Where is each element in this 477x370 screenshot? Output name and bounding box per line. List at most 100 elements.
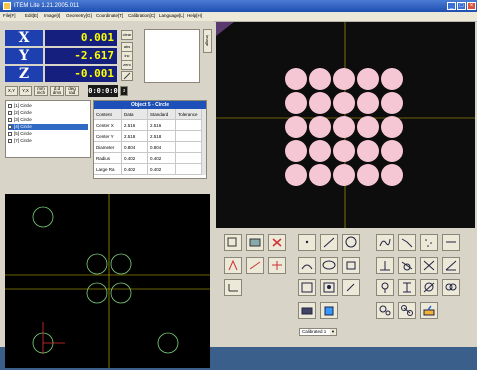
- image-tool-button[interactable]: [246, 234, 264, 251]
- table-cell[interactable]: [176, 153, 202, 164]
- line-tool-button[interactable]: [320, 234, 338, 251]
- angle-tool-button[interactable]: [224, 279, 242, 296]
- table-cell[interactable]: 0.804: [122, 142, 148, 153]
- table-cell[interactable]: [176, 142, 202, 153]
- checkbox[interactable]: [8, 103, 12, 108]
- circle-line-tool-button[interactable]: [376, 279, 394, 296]
- export-tool-button[interactable]: [320, 302, 338, 319]
- measured-circle[interactable]: [309, 68, 331, 90]
- checkbox[interactable]: [8, 138, 12, 143]
- measured-circle[interactable]: [333, 140, 355, 162]
- tangent-tool-button[interactable]: [398, 257, 416, 274]
- polyline-tool-button[interactable]: [398, 234, 416, 251]
- measured-circle[interactable]: [381, 92, 403, 114]
- table-cell[interactable]: [176, 131, 202, 142]
- menu-language[interactable]: Language[L]: [159, 13, 184, 18]
- table-cell[interactable]: 2.516: [122, 120, 148, 131]
- list-item[interactable]: [5] Circle: [8, 131, 88, 137]
- cad-circle[interactable]: [157, 332, 179, 354]
- measured-circle[interactable]: [381, 140, 403, 162]
- perpendicular-tool-button[interactable]: [376, 257, 394, 274]
- calibration-select[interactable]: Calibrated 1 ▼: [299, 328, 337, 336]
- pan-tool-button[interactable]: [342, 279, 360, 296]
- minimize-button[interactable]: _: [447, 2, 456, 10]
- table-cell[interactable]: 0.402: [122, 153, 148, 164]
- circle-intersect-tool-button[interactable]: [420, 279, 438, 296]
- baseline-tool-button[interactable]: [442, 234, 460, 251]
- table-cell[interactable]: 0.804: [148, 142, 176, 153]
- zoom-tool-button[interactable]: [298, 279, 316, 296]
- list-item[interactable]: [1] Circle: [8, 103, 88, 109]
- edge-tool-button[interactable]: [246, 257, 264, 274]
- fit-tool-button[interactable]: [320, 279, 338, 296]
- measured-circle[interactable]: [285, 164, 307, 186]
- table-cell[interactable]: 0.402: [148, 153, 176, 164]
- curve-tool-button[interactable]: [376, 234, 394, 251]
- intersect-tool-button[interactable]: [420, 257, 438, 274]
- arc-tool-button[interactable]: [298, 257, 316, 274]
- angle-lines-tool-button[interactable]: [442, 257, 460, 274]
- checkbox[interactable]: [8, 131, 12, 136]
- measured-circle[interactable]: [333, 164, 355, 186]
- unit-button[interactable]: mm inch: [34, 86, 48, 96]
- point-tool-button[interactable]: [298, 234, 316, 251]
- table-scrollbar[interactable]: [202, 109, 206, 175]
- measured-circle[interactable]: [357, 116, 379, 138]
- measured-circle[interactable]: [333, 68, 355, 90]
- maximize-button[interactable]: □: [457, 2, 466, 10]
- measured-circle[interactable]: [285, 92, 307, 114]
- delete-tool-button[interactable]: [268, 234, 286, 251]
- cad-circle[interactable]: [110, 253, 132, 275]
- table-cell[interactable]: 2.518: [148, 131, 176, 142]
- measured-circle[interactable]: [333, 92, 355, 114]
- list-item[interactable]: [2] Circle: [8, 110, 88, 116]
- zero-button[interactable]: zero: [121, 60, 133, 70]
- yx-button[interactable]: Y,X: [19, 86, 32, 96]
- camera-tool-button[interactable]: [298, 302, 316, 319]
- measured-circle[interactable]: [285, 116, 307, 138]
- scatter-tool-button[interactable]: [420, 234, 438, 251]
- table-cell[interactable]: 0.402: [148, 164, 176, 175]
- menu-image[interactable]: Image[I]: [44, 13, 60, 18]
- close-button[interactable]: ×: [467, 2, 476, 10]
- circle-chain-tool-button[interactable]: [398, 302, 416, 319]
- measured-circle[interactable]: [381, 116, 403, 138]
- table-cell[interactable]: 2.516: [148, 120, 176, 131]
- list-item[interactable]: [7] Circle: [8, 138, 88, 144]
- measured-circle[interactable]: [309, 116, 331, 138]
- preview-tab[interactable]: Image: [203, 29, 212, 53]
- menu-geometry[interactable]: Geometry[G]: [66, 13, 92, 18]
- measured-circle[interactable]: [357, 140, 379, 162]
- menu-help[interactable]: Help[H]: [187, 13, 202, 18]
- list-item[interactable]: [3] Circle: [8, 117, 88, 123]
- ellipse-tool-button[interactable]: [320, 257, 338, 274]
- measured-circle[interactable]: [285, 68, 307, 90]
- select-tool-button[interactable]: [224, 234, 242, 251]
- menu-calibration[interactable]: Calibration[C]: [128, 13, 155, 18]
- measured-circle[interactable]: [381, 164, 403, 186]
- measured-circle[interactable]: [309, 140, 331, 162]
- cad-circle[interactable]: [86, 282, 108, 304]
- xy-button[interactable]: X,Y: [5, 86, 18, 96]
- table-cell[interactable]: [176, 164, 202, 175]
- angle-format-button[interactable]: d.d dms: [50, 86, 64, 96]
- measured-circle[interactable]: [357, 92, 379, 114]
- clear-button[interactable]: clear: [121, 30, 133, 40]
- measured-circle[interactable]: [309, 92, 331, 114]
- circle-tool-button[interactable]: [342, 234, 360, 251]
- measured-circle[interactable]: [381, 68, 403, 90]
- camera-view[interactable]: [216, 22, 475, 228]
- parallel-tool-button[interactable]: [398, 279, 416, 296]
- table-cell[interactable]: 2.518: [122, 131, 148, 142]
- cad-circle[interactable]: [110, 282, 132, 304]
- angle-unit-button[interactable]: deg rad: [65, 86, 79, 96]
- measured-circle[interactable]: [285, 140, 307, 162]
- measured-circle[interactable]: [357, 68, 379, 90]
- measured-circle[interactable]: [333, 116, 355, 138]
- checkbox[interactable]: [8, 117, 12, 122]
- table-cell[interactable]: 0.402: [122, 164, 148, 175]
- measured-circle[interactable]: [357, 164, 379, 186]
- cad-circle[interactable]: [86, 253, 108, 275]
- circle-distance-tool-button[interactable]: [376, 302, 394, 319]
- rectangle-tool-button[interactable]: [342, 257, 360, 274]
